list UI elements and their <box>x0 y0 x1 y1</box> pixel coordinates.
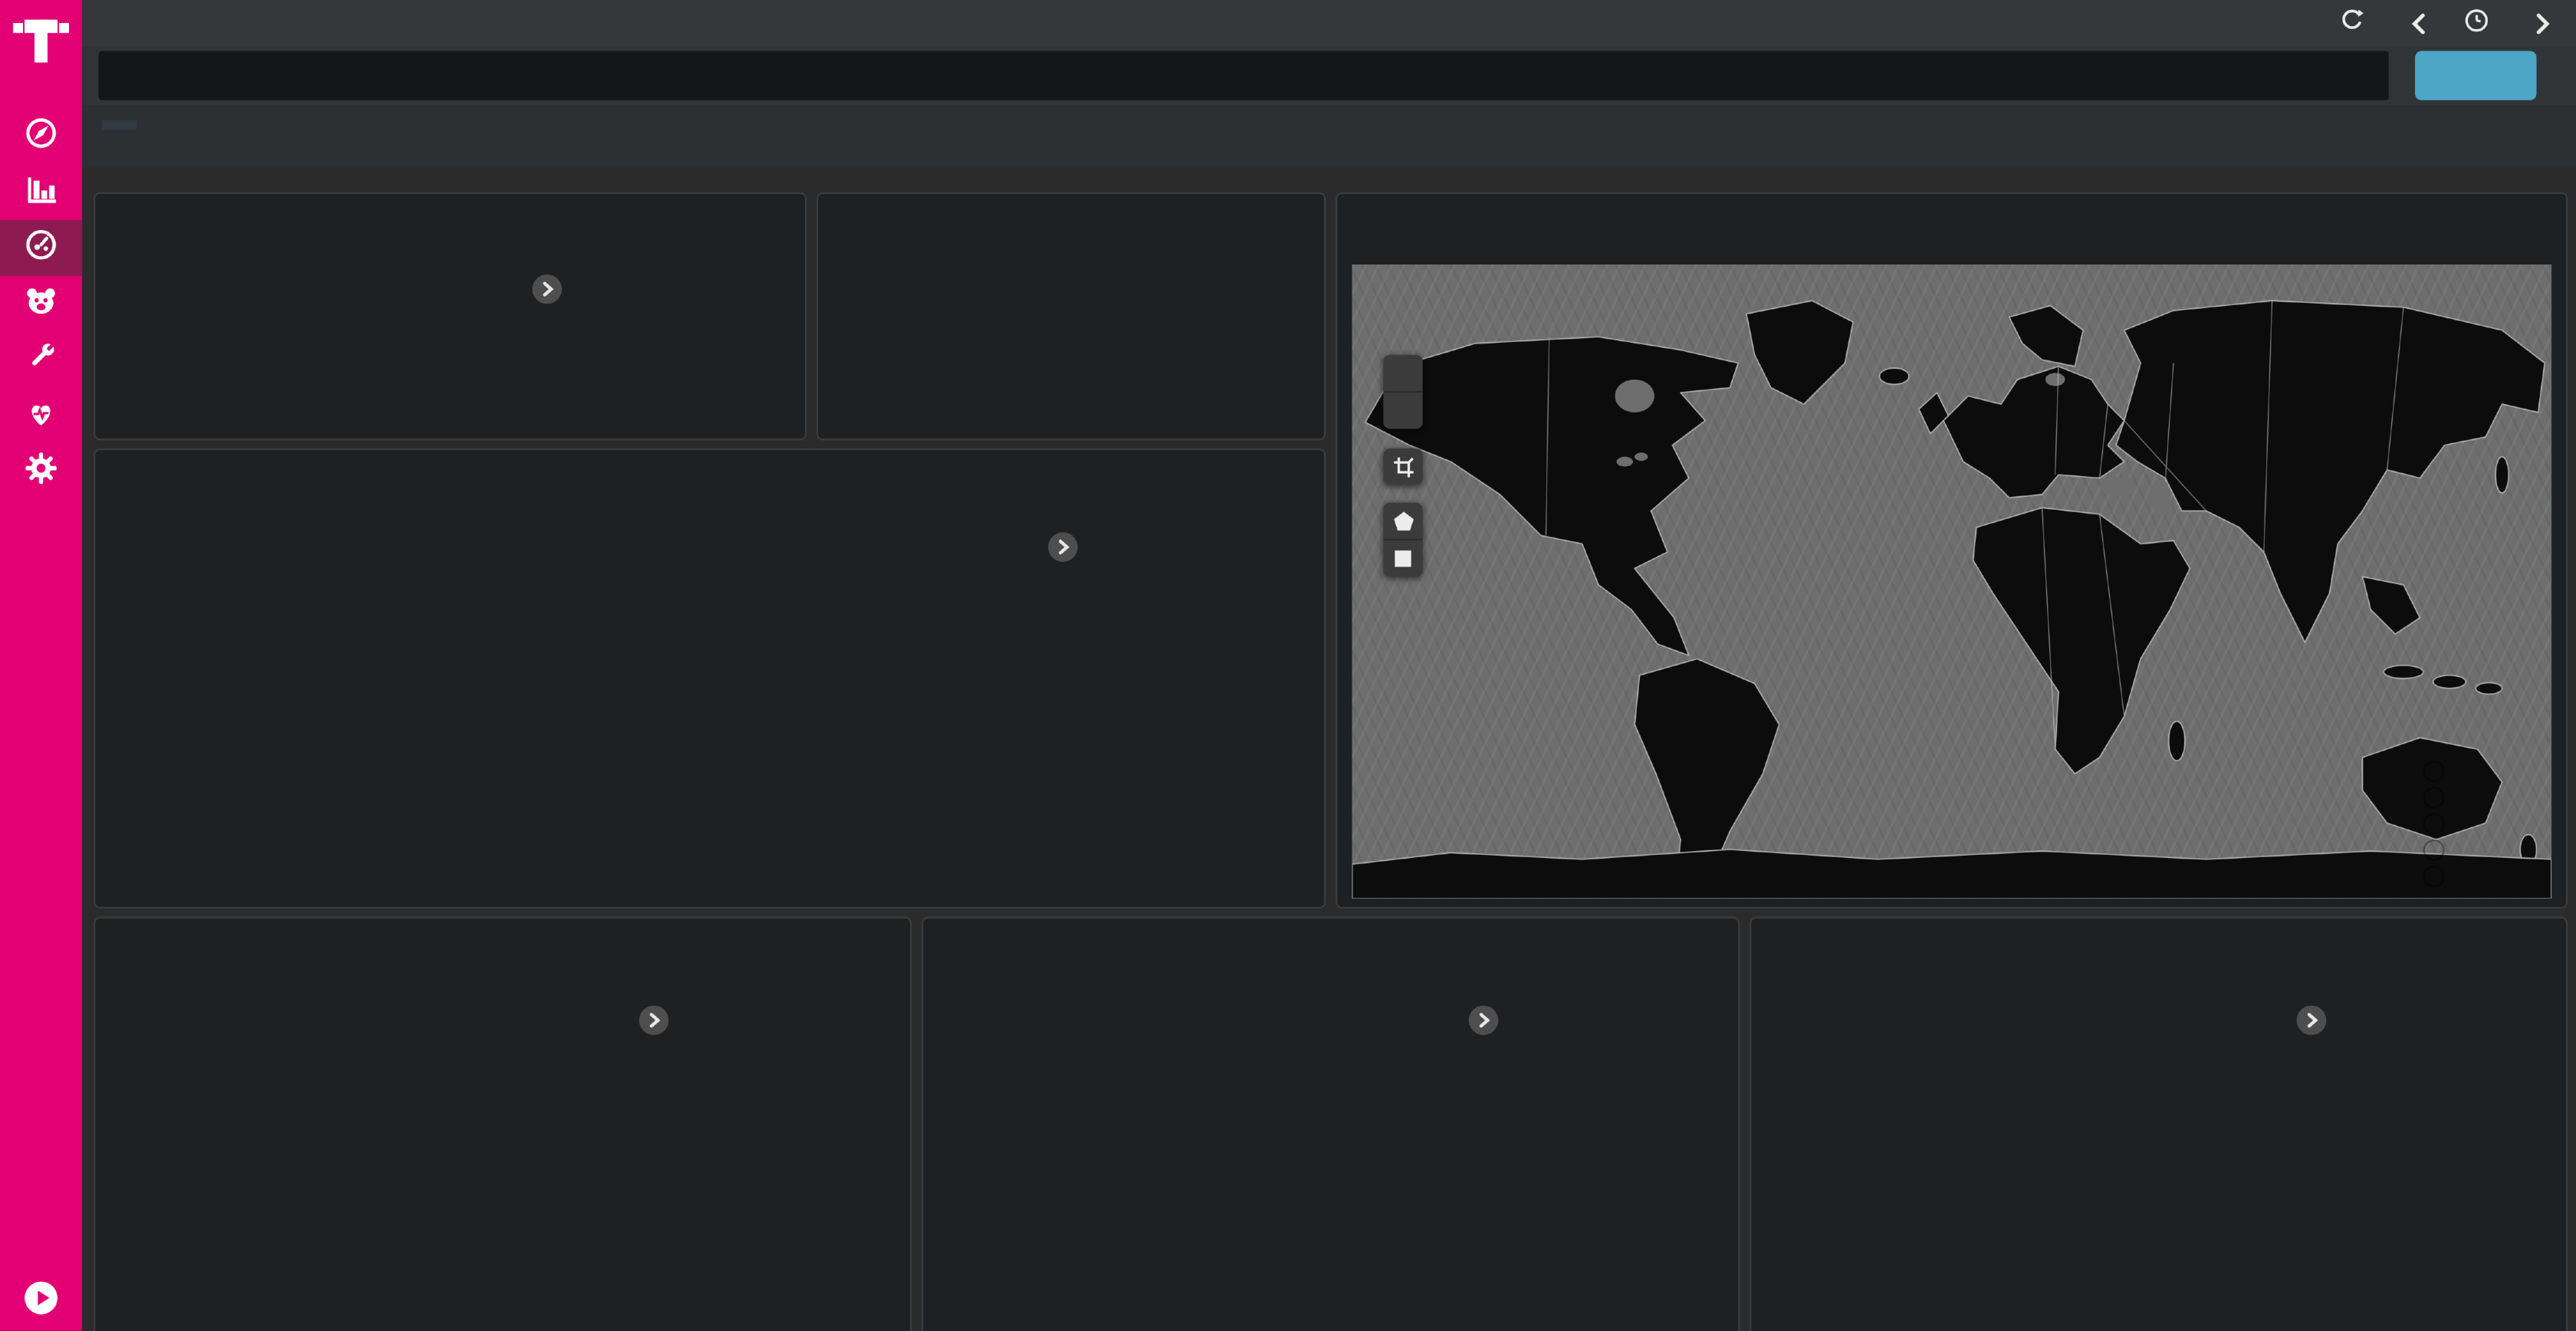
gear-icon <box>23 449 59 494</box>
panel-attacks-bar <box>94 192 807 441</box>
slice-color-dot <box>1510 1037 1528 1056</box>
legend-item[interactable] <box>2338 1005 2365 1028</box>
auto-refresh-button[interactable] <box>2339 8 2372 38</box>
bar-chart-icon <box>23 170 59 215</box>
slice-color-dot <box>1510 1096 1528 1115</box>
map-crop-control <box>1383 449 1422 485</box>
sidebar-item-devtools[interactable] <box>0 332 82 388</box>
zoom-out-button[interactable] <box>1383 391 1422 429</box>
slice-color-dot <box>680 1008 698 1027</box>
time-back-button[interactable] <box>2408 11 2428 35</box>
series-color-dot <box>2338 1096 2356 1115</box>
legend <box>1469 1005 1538 1117</box>
map-count-legend <box>2423 752 2455 889</box>
query-bar <box>82 46 2576 105</box>
series-color-dot <box>573 307 592 325</box>
country-donut-chart[interactable] <box>923 919 1735 1331</box>
map-canvas <box>1352 265 2551 899</box>
chevron-right-icon[interactable] <box>1048 532 1078 562</box>
legend-item[interactable] <box>1510 1094 1537 1117</box>
chevron-right-icon[interactable] <box>2297 1005 2327 1035</box>
legend-item[interactable] <box>1089 562 1117 585</box>
series-color-dot <box>1089 535 1108 554</box>
panel-country-histogram <box>1750 917 2568 1331</box>
bucket-color-dot <box>2423 839 2445 860</box>
series-color-dot <box>2338 1037 2356 1056</box>
legend-item[interactable] <box>1089 532 1117 555</box>
bucket-color-dot <box>2423 786 2445 807</box>
panel-attack-map <box>1336 192 2568 909</box>
metric-unique-src-ips <box>1033 302 1230 307</box>
time-range-picker[interactable] <box>2464 8 2497 38</box>
clock-icon <box>2464 8 2489 38</box>
attacks-bar-chart[interactable] <box>95 194 801 435</box>
topbar-actions <box>2195 8 2576 38</box>
world-map[interactable] <box>1352 265 2551 899</box>
polygon-draw-icon[interactable] <box>1383 503 1422 539</box>
kibana-dashboard <box>0 0 2576 1331</box>
slice-color-dot <box>1510 1067 1528 1086</box>
bucket-color-dot <box>2423 760 2445 781</box>
sidebar-item-tpot[interactable] <box>0 276 82 332</box>
legend-item[interactable] <box>573 274 601 297</box>
series-color-dot <box>1089 564 1108 583</box>
refresh-button[interactable] <box>2415 51 2537 100</box>
sidebar-item-visualize[interactable] <box>0 164 82 220</box>
compass-icon <box>23 114 59 159</box>
reputation-donut-chart[interactable] <box>95 919 907 1331</box>
series-color-dot <box>2338 1067 2356 1086</box>
filter-bar <box>82 105 2576 167</box>
panel-attacks-by-country <box>922 917 1740 1331</box>
sidebar-item-dashboard[interactable] <box>0 220 82 276</box>
legend-item[interactable] <box>680 1005 708 1028</box>
sidebar-collapse-button[interactable] <box>23 1280 59 1316</box>
legend-item[interactable] <box>1510 1035 1537 1058</box>
country-area-chart[interactable] <box>1751 919 2563 1331</box>
slice-color-dot <box>1510 1008 1528 1027</box>
heartbeat-icon <box>23 393 59 438</box>
telekom-logo-icon[interactable] <box>13 10 69 72</box>
legend <box>532 274 601 327</box>
sidebar <box>0 0 82 1331</box>
legend-item[interactable] <box>2338 1035 2365 1058</box>
time-forward-button[interactable] <box>2533 11 2553 35</box>
legend-item[interactable] <box>1510 1005 1537 1028</box>
sidebar-item-monitoring[interactable] <box>0 388 82 444</box>
legend-item[interactable] <box>2338 1065 2365 1088</box>
add-filter-link[interactable] <box>102 120 136 130</box>
chevron-right-icon[interactable] <box>639 1005 669 1035</box>
legend-item[interactable] <box>1510 1065 1537 1088</box>
bucket-color-dot <box>2423 813 2445 834</box>
search-input[interactable] <box>99 51 2389 100</box>
refresh-cycle-icon <box>2339 8 2364 38</box>
bear-icon <box>23 282 59 327</box>
legend-item[interactable] <box>2338 1094 2365 1117</box>
map-draw-controls <box>1383 503 1422 577</box>
sidebar-item-discover[interactable] <box>0 108 82 164</box>
panel-attacks-histogram <box>94 449 1326 909</box>
crop-icon[interactable] <box>1383 449 1422 485</box>
wrench-icon <box>23 337 59 382</box>
legend <box>2297 1005 2366 1117</box>
series-color-dot <box>2338 1008 2356 1027</box>
topbar <box>82 0 2576 46</box>
legend <box>1048 532 1117 585</box>
chevron-right-icon[interactable] <box>1469 1005 1499 1035</box>
gauge-icon <box>23 226 59 271</box>
sidebar-item-management[interactable] <box>0 444 82 500</box>
attacks-line-chart[interactable] <box>95 450 1321 903</box>
legend <box>639 1005 708 1035</box>
panel-src-ip-reputation <box>94 917 912 1331</box>
sidebar-nav <box>0 108 82 499</box>
series-color-dot <box>573 277 592 295</box>
panel-attacks-metric <box>816 192 1326 441</box>
chevron-right-icon[interactable] <box>532 274 562 304</box>
bucket-color-dot <box>2423 865 2445 886</box>
zoom-in-button[interactable] <box>1383 355 1422 391</box>
rectangle-draw-icon[interactable] <box>1383 539 1422 577</box>
legend-item[interactable] <box>573 304 601 327</box>
map-zoom-controls <box>1383 355 1422 429</box>
